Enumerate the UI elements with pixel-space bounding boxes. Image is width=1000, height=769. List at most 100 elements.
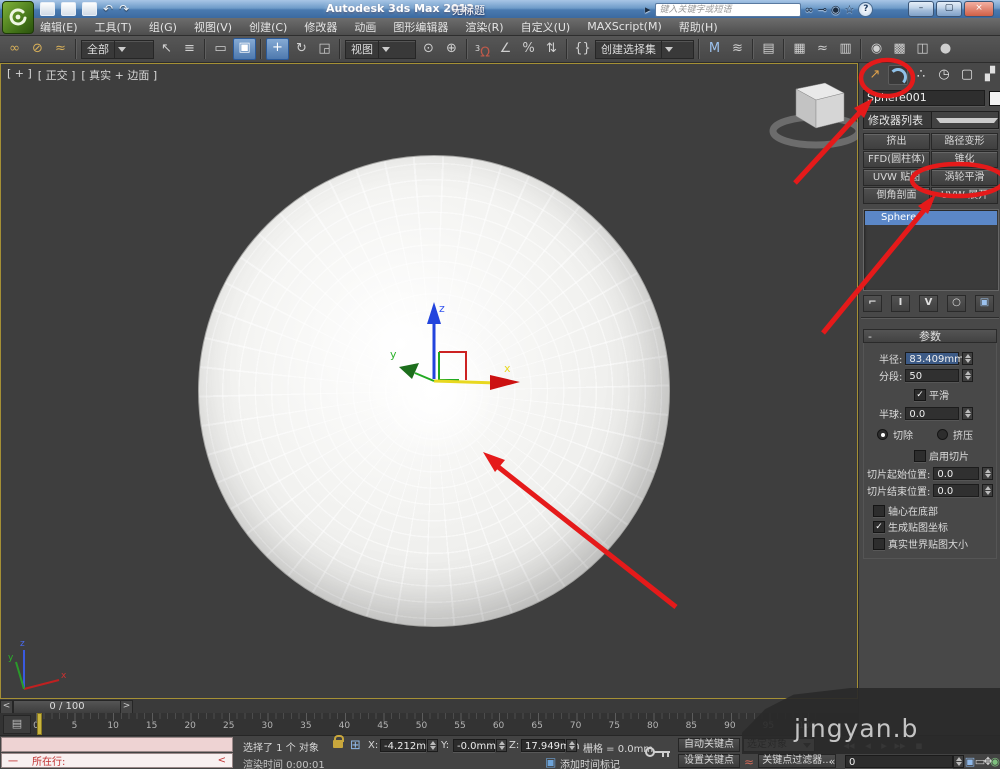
menu-customize[interactable]: 自定义(U) — [521, 19, 571, 35]
search-go-icon[interactable]: ▸ — [645, 3, 651, 16]
stack-item-sphere[interactable]: Sphere — [865, 211, 997, 225]
parameters-rollout-header[interactable]: - 参数 — [863, 329, 997, 343]
play-icon[interactable]: ▸ — [878, 739, 890, 752]
select-and-move-icon[interactable]: + — [266, 38, 289, 60]
y-coordinate-field[interactable]: -0.0mm — [453, 739, 495, 752]
selection-lock-icon[interactable] — [333, 740, 343, 748]
rendered-frame-window-icon[interactable]: ◫ — [912, 39, 933, 59]
create-tab-icon[interactable]: ↗ — [865, 65, 885, 85]
maxscript-listener-line[interactable]: 一 所在行: < — [1, 753, 233, 768]
set-key-button[interactable]: 设置关键点 — [678, 754, 740, 768]
sphere-object[interactable] — [198, 155, 670, 627]
minimize-button[interactable]: – — [908, 1, 934, 17]
ffd-cylinder-button[interactable]: FFD(圆柱体) — [863, 151, 930, 168]
open-file-icon[interactable] — [61, 2, 76, 16]
y-spinner[interactable] — [496, 739, 507, 752]
menu-edit[interactable]: 编辑(E) — [40, 19, 78, 35]
material-editor-icon[interactable]: ◉ — [866, 39, 887, 59]
subscription-key-icon[interactable]: ⊸ — [818, 3, 827, 16]
modifier-list-dropdown[interactable]: 修改器列表 — [863, 111, 999, 129]
add-time-tag[interactable]: 添加时间标记 — [560, 756, 620, 769]
select-and-scale-icon[interactable]: ◲ — [314, 39, 335, 59]
extrude-button[interactable]: 挤出 — [863, 133, 930, 150]
select-and-link-icon[interactable]: ∞ — [4, 39, 25, 59]
xyz-toggle-icon[interactable]: ⊞ — [350, 738, 361, 753]
chop-radio[interactable] — [877, 429, 888, 440]
hierarchy-tab-icon[interactable]: ∴ — [911, 65, 931, 85]
goto-start-icon[interactable]: ◂◂ — [843, 739, 855, 752]
radius-field[interactable]: 83.409mm — [905, 352, 959, 365]
modifier-stack[interactable]: Sphere — [863, 209, 999, 291]
motion-tab-icon[interactable]: ◷ — [934, 65, 954, 85]
time-prev-button[interactable]: < — [0, 700, 13, 714]
rectangular-selection-region-icon[interactable]: ▭ — [210, 39, 231, 59]
maxscript-listener[interactable] — [1, 737, 233, 752]
taper-button[interactable]: 锥化 — [931, 151, 998, 168]
search-input[interactable]: 键入关键字或短语 — [655, 3, 801, 17]
slice-to-field[interactable]: 0.0 — [933, 484, 979, 497]
maximize-button[interactable]: ▢ — [936, 1, 962, 17]
smooth-checkbox[interactable]: ✓ — [914, 389, 926, 401]
curve-editor-icon[interactable]: ≈ — [812, 39, 833, 59]
time-next-button[interactable]: > — [120, 700, 133, 714]
schematic-view-icon[interactable]: ▥ — [835, 39, 856, 59]
selection-set-dropdown[interactable]: 选定对象 — [743, 738, 815, 752]
search-icon[interactable]: ∞ — [805, 3, 814, 16]
viewport-menu-plus[interactable]: [ + ] — [7, 67, 32, 83]
select-object-icon[interactable]: ↖ — [156, 39, 177, 59]
menu-graph-editors[interactable]: 图形编辑器 — [393, 19, 448, 35]
configure-modifier-sets-icon[interactable]: ▣ — [975, 295, 994, 312]
x-coordinate-field[interactable]: -4.212mm — [380, 739, 426, 752]
viewport-menu-shading[interactable]: [ 真实 + 边面 ] — [81, 67, 157, 83]
path-deform-button[interactable]: 路径变形 — [931, 133, 998, 150]
selection-filter-dropdown[interactable]: 全部 — [81, 40, 154, 59]
align-icon[interactable]: ≋ — [727, 39, 748, 59]
favorites-star-icon[interactable]: ☆ — [845, 3, 855, 16]
goto-start-button[interactable]: « — [824, 755, 840, 768]
menu-tools[interactable]: 工具(T) — [95, 19, 132, 35]
z-coordinate-field[interactable]: 17.949mm — [521, 739, 565, 752]
snaps-toggle-icon[interactable]: 3Ω — [472, 39, 493, 59]
unwrap-uvw-button[interactable]: UVW 展开 — [931, 187, 998, 204]
menu-help[interactable]: 帮助(H) — [679, 19, 718, 35]
close-button[interactable]: × — [964, 1, 994, 17]
bind-to-spacewarp-icon[interactable]: ≈ — [50, 39, 71, 59]
undo-icon[interactable]: ↶ — [103, 3, 113, 15]
current-frame-marker[interactable] — [37, 713, 42, 735]
unlink-selection-icon[interactable]: ⊘ — [27, 39, 48, 59]
named-selection-set-dropdown[interactable]: 创建选择集 — [595, 40, 694, 59]
menu-modifiers[interactable]: 修改器 — [304, 19, 337, 35]
slice-to-spinner[interactable] — [982, 484, 993, 497]
spinner-snap-icon[interactable]: ⇅ — [541, 39, 562, 59]
object-color-swatch[interactable] — [989, 91, 1000, 106]
z-spinner[interactable] — [566, 739, 577, 752]
select-and-rotate-icon[interactable]: ↻ — [291, 39, 312, 59]
menu-group[interactable]: 组(G) — [149, 19, 177, 35]
pin-stack-icon[interactable]: ⌐ — [863, 295, 882, 312]
viewport-menu-view[interactable]: [ 正交 ] — [38, 67, 76, 83]
track-bar[interactable]: ▤ 05 1015 2025 3035 4045 5055 6065 7075 … — [0, 713, 858, 735]
menu-rendering[interactable]: 渲染(R) — [465, 19, 503, 35]
frame-spinner[interactable] — [953, 755, 964, 768]
key-mode-icon[interactable]: ≈ — [744, 755, 754, 769]
menu-animation[interactable]: 动画 — [354, 19, 376, 35]
slice-on-checkbox[interactable]: ✓ — [914, 450, 926, 462]
render-production-icon[interactable]: ● — [935, 39, 956, 59]
object-name-field[interactable]: Sphere001 — [863, 90, 985, 106]
angle-snap-icon[interactable]: ∠ — [495, 39, 516, 59]
3dsmax-logo[interactable] — [2, 1, 34, 34]
auto-key-button[interactable]: 自动关键点 — [678, 738, 740, 752]
graphite-modeling-icon[interactable]: ▦ — [789, 39, 810, 59]
orbit-icon[interactable]: ◉ — [989, 755, 1000, 768]
slice-from-spinner[interactable] — [982, 467, 993, 480]
new-file-icon[interactable] — [40, 2, 55, 16]
display-tab-icon[interactable]: ▢ — [957, 65, 977, 85]
use-pivot-center-icon[interactable]: ⊙ — [418, 39, 439, 59]
window-crossing-icon[interactable]: ▣ — [233, 38, 256, 60]
menu-views[interactable]: 视图(V) — [194, 19, 232, 35]
time-slider-handle[interactable]: 0 / 100 — [13, 700, 121, 714]
select-and-manipulate-icon[interactable]: ⊕ — [441, 39, 462, 59]
x-spinner[interactable] — [427, 739, 438, 752]
reference-coordinate-dropdown[interactable]: 视图 — [345, 40, 416, 59]
next-frame-icon[interactable]: ▸▸ — [894, 739, 906, 752]
